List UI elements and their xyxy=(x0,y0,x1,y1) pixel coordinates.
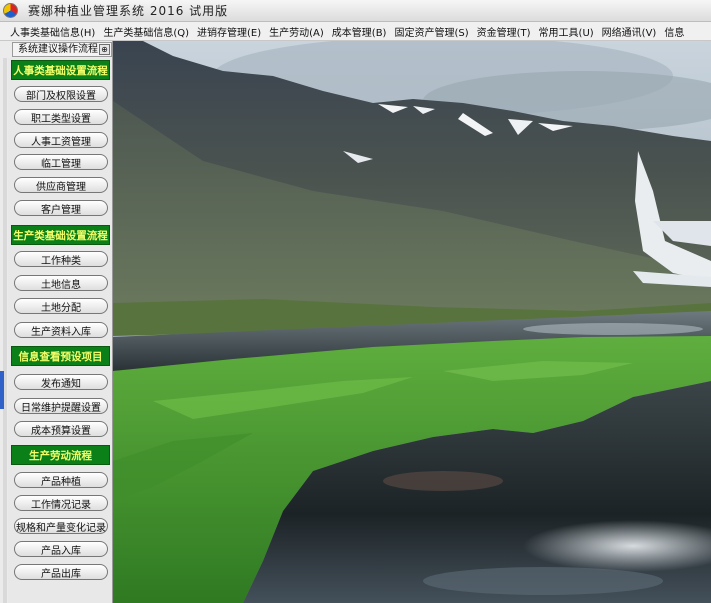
section-info-presets: 信息查看预设项目 xyxy=(11,346,110,366)
menu-production-labor[interactable]: 生产劳动(A) xyxy=(265,24,328,39)
supplier-management-button[interactable]: 供应商管理 xyxy=(14,177,108,193)
land-info-button[interactable]: 土地信息 xyxy=(14,275,108,291)
product-inbound-button[interactable]: 产品入库 xyxy=(14,541,108,557)
menu-network[interactable]: 网络通讯(V) xyxy=(598,24,661,39)
menu-info[interactable]: 信息 xyxy=(660,24,688,39)
work-type-button[interactable]: 工作种类 xyxy=(14,251,108,267)
section-production-labor: 生产劳动流程 xyxy=(11,445,110,465)
menu-bar: 人事类基础信息(H) 生产类基础信息(Q) 进销存管理(E) 生产劳动(A) 成… xyxy=(0,22,711,41)
product-planting-button[interactable]: 产品种植 xyxy=(14,472,108,488)
section-production-setup: 生产类基础设置流程 xyxy=(11,225,110,245)
menu-personnel-info[interactable]: 人事类基础信息(H) xyxy=(0,24,99,39)
app-logo-icon xyxy=(3,3,18,18)
land-allocation-button[interactable]: 土地分配 xyxy=(14,298,108,314)
sidebar: 系统建议操作流程 ⊕ 人事类基础设置流程 部门及权限设置 职工类型设置 人事工资… xyxy=(0,41,113,603)
section-personnel-setup: 人事类基础设置流程 xyxy=(11,60,110,80)
customer-management-button[interactable]: 客户管理 xyxy=(14,200,108,216)
temp-worker-button[interactable]: 临工管理 xyxy=(14,154,108,170)
sidebar-tab-workflow[interactable]: 系统建议操作流程 ⊕ xyxy=(12,42,112,57)
sidebar-scrollbar[interactable] xyxy=(3,58,7,603)
menu-tools[interactable]: 常用工具(U) xyxy=(535,24,598,39)
window-title: 赛娜种植业管理系统 2016 试用版 xyxy=(28,4,229,18)
sidebar-splitter[interactable] xyxy=(0,371,4,409)
landscape-background-image xyxy=(113,41,711,603)
salary-management-button[interactable]: 人事工资管理 xyxy=(14,132,108,148)
cost-budget-button[interactable]: 成本预算设置 xyxy=(14,421,108,437)
work-record-button[interactable]: 工作情况记录 xyxy=(14,495,108,511)
publish-notice-button[interactable]: 发布通知 xyxy=(14,374,108,390)
staff-type-button[interactable]: 职工类型设置 xyxy=(14,109,108,125)
menu-production-info[interactable]: 生产类基础信息(Q) xyxy=(99,24,193,39)
menu-funds[interactable]: 资金管理(T) xyxy=(473,24,535,39)
sidebar-tab-label: 系统建议操作流程 xyxy=(18,44,98,55)
pin-icon[interactable]: ⊕ xyxy=(99,44,110,55)
product-outbound-button[interactable]: 产品出库 xyxy=(14,564,108,580)
menu-inventory[interactable]: 进销存管理(E) xyxy=(193,24,265,39)
menu-cost[interactable]: 成本管理(B) xyxy=(328,24,391,39)
menu-fixed-assets[interactable]: 固定资产管理(S) xyxy=(390,24,472,39)
maintenance-reminder-button[interactable]: 日常维护提醒设置 xyxy=(14,398,108,414)
title-bar: 赛娜种植业管理系统 2016 试用版 xyxy=(0,0,711,22)
spec-yield-record-button[interactable]: 规格和产量变化记录 xyxy=(14,518,108,534)
dept-permission-button[interactable]: 部门及权限设置 xyxy=(14,86,108,102)
materials-inbound-button[interactable]: 生产资料入库 xyxy=(14,322,108,338)
